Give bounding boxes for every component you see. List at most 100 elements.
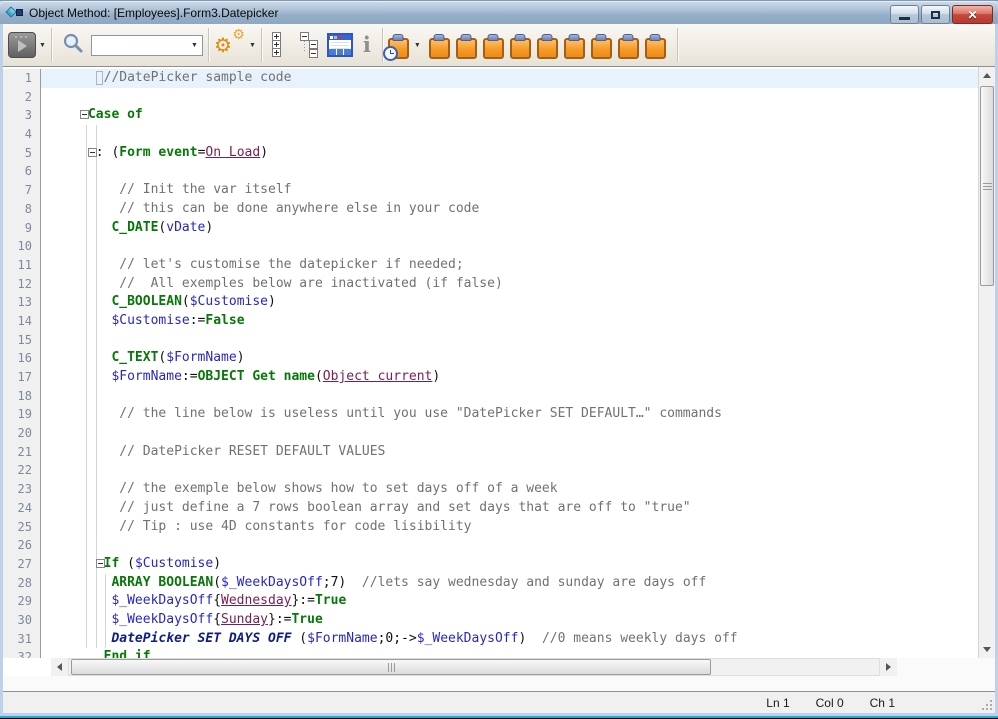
line-number[interactable]: 16 xyxy=(3,349,41,368)
code-text[interactable]: End if xyxy=(41,648,978,658)
code-line[interactable]: 19 // the line below is useless until yo… xyxy=(3,405,978,424)
code-text[interactable]: // DatePicker RESET DEFAULT VALUES xyxy=(41,443,978,462)
code-text[interactable]: // Tip : use 4D constants for code lisib… xyxy=(41,518,978,537)
code-text[interactable]: ARRAY BOOLEAN($_WeekDaysOff;7) //lets sa… xyxy=(41,574,978,593)
line-number[interactable]: 18 xyxy=(3,387,41,406)
line-number[interactable]: 32 xyxy=(3,648,41,658)
line-number[interactable]: 5 xyxy=(3,144,41,163)
code-text[interactable]: C_DATE(vDate) xyxy=(41,219,978,238)
code-line[interactable]: 12 // All exemples below are inactivated… xyxy=(3,275,978,294)
title-bar[interactable]: Object Method: [Employees].Form3.Datepic… xyxy=(0,1,998,24)
code-line[interactable]: 9 C_DATE(vDate) xyxy=(3,219,978,238)
code-text[interactable]: Case of xyxy=(41,106,978,125)
horizontal-scroll-thumb[interactable] xyxy=(71,659,711,675)
scroll-down-button[interactable] xyxy=(979,641,995,658)
vertical-scrollbar[interactable] xyxy=(978,67,995,658)
code-line[interactable]: 27 If ($Customise) xyxy=(3,555,978,574)
code-text[interactable] xyxy=(41,387,978,406)
resize-grip[interactable] xyxy=(990,700,992,702)
line-number[interactable]: 11 xyxy=(3,256,41,275)
code-line[interactable]: 7 // Init the var itself xyxy=(3,181,978,200)
close-button[interactable]: ✕ xyxy=(952,5,993,24)
code-line[interactable]: 11 // let's customise the datepicker if … xyxy=(3,256,978,275)
code-line[interactable]: 5 : (Form event=On Load) xyxy=(3,144,978,163)
line-number[interactable]: 24 xyxy=(3,499,41,518)
macros-dropdown-arrow-icon[interactable]: ▼ xyxy=(249,42,256,49)
line-number[interactable]: 28 xyxy=(3,574,41,593)
code-line[interactable]: 20 xyxy=(3,424,978,443)
line-number[interactable]: 2 xyxy=(3,88,41,107)
clipboard-slot-button[interactable] xyxy=(537,36,558,59)
code-text[interactable] xyxy=(41,424,978,443)
horizontal-scrollbar[interactable] xyxy=(68,658,880,676)
code-text[interactable] xyxy=(41,331,978,350)
expand-all-button[interactable] xyxy=(270,31,292,59)
macros-button[interactable]: ⚙ ⚙ xyxy=(214,29,246,61)
code-text[interactable]: C_BOOLEAN($Customise) xyxy=(41,293,978,312)
code-text[interactable] xyxy=(41,162,978,181)
line-number[interactable]: 6 xyxy=(3,162,41,181)
form-preview-button[interactable] xyxy=(327,33,353,57)
code-line[interactable]: 31 DatePicker SET DAYS OFF ($FormName;0;… xyxy=(3,630,978,649)
code-text[interactable]: // All exemples below are inactivated (i… xyxy=(41,275,978,294)
minimize-button[interactable] xyxy=(890,5,919,24)
line-number[interactable]: 3 xyxy=(3,106,41,125)
vertical-scroll-thumb[interactable] xyxy=(980,86,994,286)
line-number[interactable]: 25 xyxy=(3,518,41,537)
code-line[interactable]: 3 Case of xyxy=(3,106,978,125)
line-number[interactable]: 17 xyxy=(3,368,41,387)
clipboard-slot-button[interactable] xyxy=(564,36,585,59)
code-line[interactable]: 23 // the exemple below shows how to set… xyxy=(3,480,978,499)
scroll-up-button[interactable] xyxy=(979,67,995,84)
clipboard-slot-button[interactable] xyxy=(510,36,531,59)
code-text[interactable] xyxy=(41,237,978,256)
line-number[interactable]: 1 xyxy=(3,69,41,88)
code-line[interactable]: 14 $Customise:=False xyxy=(3,312,978,331)
clipboard-history-button[interactable] xyxy=(388,36,409,59)
line-number[interactable]: 31 xyxy=(3,630,41,649)
clipboard-slot-button[interactable] xyxy=(429,36,450,59)
line-number[interactable]: 29 xyxy=(3,592,41,611)
code-line[interactable]: 10 xyxy=(3,237,978,256)
run-method-button[interactable] xyxy=(8,32,36,58)
code-line[interactable]: 16 C_TEXT($FormName) xyxy=(3,349,978,368)
clipboard-dropdown-arrow-icon[interactable]: ▼ xyxy=(414,42,421,49)
clipboard-slot-button[interactable] xyxy=(483,36,504,59)
collapse-all-button[interactable] xyxy=(298,31,320,59)
line-number[interactable]: 9 xyxy=(3,219,41,238)
code-line[interactable]: 25 // Tip : use 4D constants for code li… xyxy=(3,518,978,537)
code-text[interactable]: $Customise:=False xyxy=(41,312,978,331)
code-line[interactable]: 22 xyxy=(3,461,978,480)
code-text[interactable]: If ($Customise) xyxy=(41,555,978,574)
fold-toggle-icon[interactable] xyxy=(80,110,89,119)
clipboard-slot-button[interactable] xyxy=(618,36,639,59)
line-number[interactable]: 23 xyxy=(3,480,41,499)
code-text[interactable] xyxy=(41,536,978,555)
code-line[interactable]: 28 ARRAY BOOLEAN($_WeekDaysOff;7) //lets… xyxy=(3,574,978,593)
fold-toggle-icon[interactable] xyxy=(88,148,97,157)
fold-toggle-icon[interactable] xyxy=(96,559,105,568)
code-line[interactable]: 6 xyxy=(3,162,978,181)
clipboard-slot-button[interactable] xyxy=(456,36,477,59)
code-text[interactable] xyxy=(41,125,978,144)
code-text[interactable]: $_WeekDaysOff{Sunday}:=True xyxy=(41,611,978,630)
code-line[interactable]: 4 xyxy=(3,125,978,144)
code-text[interactable]: C_TEXT($FormName) xyxy=(41,349,978,368)
info-button[interactable]: i xyxy=(363,33,371,57)
line-number[interactable]: 19 xyxy=(3,405,41,424)
code-text[interactable]: $_WeekDaysOff{Wednesday}:=True xyxy=(41,592,978,611)
line-number[interactable]: 12 xyxy=(3,275,41,294)
code-line[interactable]: 26 xyxy=(3,536,978,555)
code-text[interactable]: // the line below is useless until you u… xyxy=(41,405,978,424)
clipboard-slot-button[interactable] xyxy=(591,36,612,59)
maximize-button[interactable] xyxy=(921,5,950,24)
line-number[interactable]: 15 xyxy=(3,331,41,350)
code-text[interactable]: //DatePicker sample code xyxy=(41,69,978,88)
line-number[interactable]: 21 xyxy=(3,443,41,462)
code-line[interactable]: 15 xyxy=(3,331,978,350)
code-line[interactable]: 24 // just define a 7 rows boolean array… xyxy=(3,499,978,518)
line-number[interactable]: 22 xyxy=(3,461,41,480)
code-line[interactable]: 8 // this can be done anywhere else in y… xyxy=(3,200,978,219)
code-text[interactable]: $FormName:=OBJECT Get name(Object curren… xyxy=(41,368,978,387)
line-number[interactable]: 14 xyxy=(3,312,41,331)
